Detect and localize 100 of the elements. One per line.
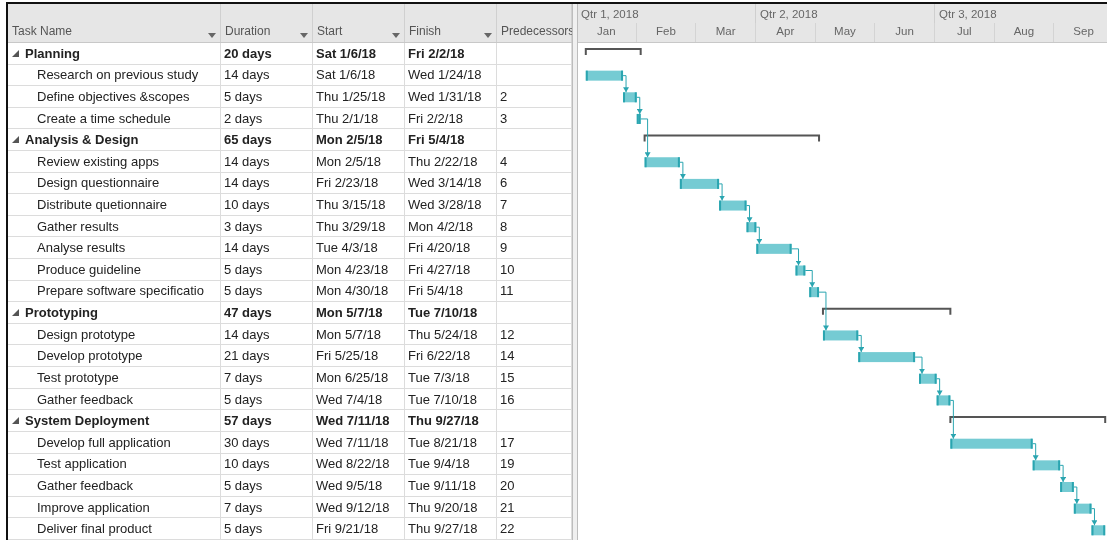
finish-date-cell: Thu 9/27/18	[405, 410, 497, 432]
dependency-arrow	[718, 183, 726, 202]
column-header[interactable]: Duration	[221, 4, 313, 42]
collapse-triangle-icon[interactable]	[12, 136, 19, 144]
dependency-arrow	[791, 248, 802, 266]
duration-cell: 5 days	[221, 280, 313, 303]
task-bar	[1032, 460, 1061, 471]
summary-task-name: Prototyping	[8, 302, 221, 324]
dependency-arrow	[1059, 464, 1067, 483]
column-header[interactable]: Task Name	[8, 4, 221, 42]
dependency-arrow	[1091, 508, 1098, 526]
duration-cell: 5 days	[221, 388, 313, 411]
month-label: Apr	[754, 23, 815, 42]
finish-date-cell: Thu 9/27/18	[405, 518, 497, 540]
start-date-cell: Wed 9/12/18	[313, 496, 405, 519]
dropdown-caret-icon[interactable]	[300, 32, 308, 38]
finish-date-cell: Tue 9/11/18	[405, 475, 497, 497]
duration-cell: 5 days	[221, 518, 313, 540]
summary-task-name: Analysis & Design	[8, 129, 221, 151]
month-label: May	[814, 23, 875, 42]
collapse-triangle-icon[interactable]	[12, 49, 19, 57]
task-bar	[585, 70, 624, 81]
duration-cell: 65 days	[221, 129, 313, 151]
start-date-cell: Wed 7/11/18	[313, 431, 405, 454]
task-bar	[936, 395, 951, 406]
task-name: Deliver final product	[8, 518, 221, 540]
task-bar	[795, 265, 806, 276]
quarter-label: Qtr 1, 2018	[578, 4, 755, 23]
dependency-arrow	[914, 356, 925, 375]
task-bar	[858, 352, 916, 363]
dependency-arrow	[804, 270, 816, 288]
finish-date-cell: Tue 8/21/18	[405, 431, 497, 454]
duration-cell: 30 days	[221, 431, 313, 454]
finish-date-cell: Fri 2/2/18	[405, 42, 497, 65]
start-date-cell: Thu 1/25/18	[313, 86, 405, 108]
task-bar	[1073, 503, 1092, 514]
dropdown-caret-icon[interactable]	[392, 32, 400, 38]
duration-cell: 3 days	[221, 215, 313, 238]
finish-date-cell: Tue 7/3/18	[405, 367, 497, 389]
collapse-triangle-icon[interactable]	[12, 417, 19, 425]
summary-task-name: System Deployment	[8, 410, 221, 432]
finish-date-cell: Thu 5/24/18	[405, 323, 497, 346]
dependency-arrow	[949, 399, 957, 440]
month-label: Aug	[993, 23, 1054, 42]
finish-date-cell: Thu 9/20/18	[405, 496, 497, 519]
dependency-arrow	[1032, 443, 1039, 461]
month-label: Sep	[1053, 23, 1107, 42]
month-label: Jan	[578, 23, 636, 42]
start-date-cell: Mon 5/7/18	[313, 323, 405, 346]
task-bar	[822, 330, 859, 341]
column-header[interactable]: Finish	[405, 4, 497, 42]
task-name: Develop prototype	[8, 345, 221, 368]
month-label: Mar	[695, 23, 755, 42]
month-label: Feb	[635, 23, 696, 42]
duration-cell: 2 days	[221, 107, 313, 130]
start-date-cell: Wed 7/11/18	[313, 410, 405, 432]
task-name: Improve application	[8, 496, 221, 519]
task-name: Test prototype	[8, 367, 221, 389]
finish-date-cell: Fri 5/4/18	[405, 129, 497, 151]
dependency-arrow	[622, 75, 630, 93]
task-name: Create a time schedule	[8, 107, 221, 130]
task-bar	[679, 178, 720, 189]
finish-date-cell: Fri 4/27/18	[405, 259, 497, 281]
dependency-arrow	[755, 226, 763, 245]
task-name: Prepare software specificatio	[8, 280, 221, 303]
start-date-cell: Fri 5/25/18	[313, 345, 405, 368]
summary-bar	[584, 48, 642, 56]
duration-cell: 14 days	[221, 237, 313, 260]
start-date-cell: Mon 6/25/18	[313, 367, 405, 389]
task-bar	[719, 200, 747, 211]
task-bar	[1091, 525, 1106, 536]
start-date-cell: Mon 4/23/18	[313, 259, 405, 281]
quarter-label: Qtr 3, 2018	[934, 4, 1107, 23]
finish-date-cell: Tue 7/10/18	[405, 302, 497, 324]
finish-date-cell: Wed 3/14/18	[405, 172, 497, 195]
dropdown-caret-icon[interactable]	[484, 32, 492, 38]
dependency-arrow	[818, 291, 829, 331]
start-date-cell: Wed 9/5/18	[313, 475, 405, 497]
start-date-cell: Mon 4/30/18	[313, 280, 405, 303]
task-bar	[636, 113, 641, 124]
dropdown-caret-icon[interactable]	[208, 32, 216, 38]
dependency-arrow	[679, 161, 686, 180]
dependency-arrow	[640, 118, 651, 158]
dependency-arrow	[1073, 486, 1080, 505]
month-label: Jul	[933, 23, 994, 42]
finish-date-cell: Mon 4/2/18	[405, 215, 497, 238]
duration-cell: 47 days	[221, 302, 313, 324]
month-label: Jun	[874, 23, 934, 42]
finish-date-cell: Fri 4/20/18	[405, 237, 497, 260]
collapse-triangle-icon[interactable]	[12, 309, 19, 317]
task-name: Analyse results	[8, 237, 221, 260]
summary-task-name: Planning	[8, 42, 221, 65]
duration-cell: 14 days	[221, 172, 313, 195]
task-name: Distribute quetionnaire	[8, 194, 221, 216]
start-date-cell: Wed 7/4/18	[313, 388, 405, 411]
column-header[interactable]: Start	[313, 4, 405, 42]
task-bar	[809, 287, 820, 298]
task-name: Test application	[8, 453, 221, 476]
finish-date-cell: Fri 5/4/18	[405, 280, 497, 303]
task-bar	[746, 222, 757, 233]
